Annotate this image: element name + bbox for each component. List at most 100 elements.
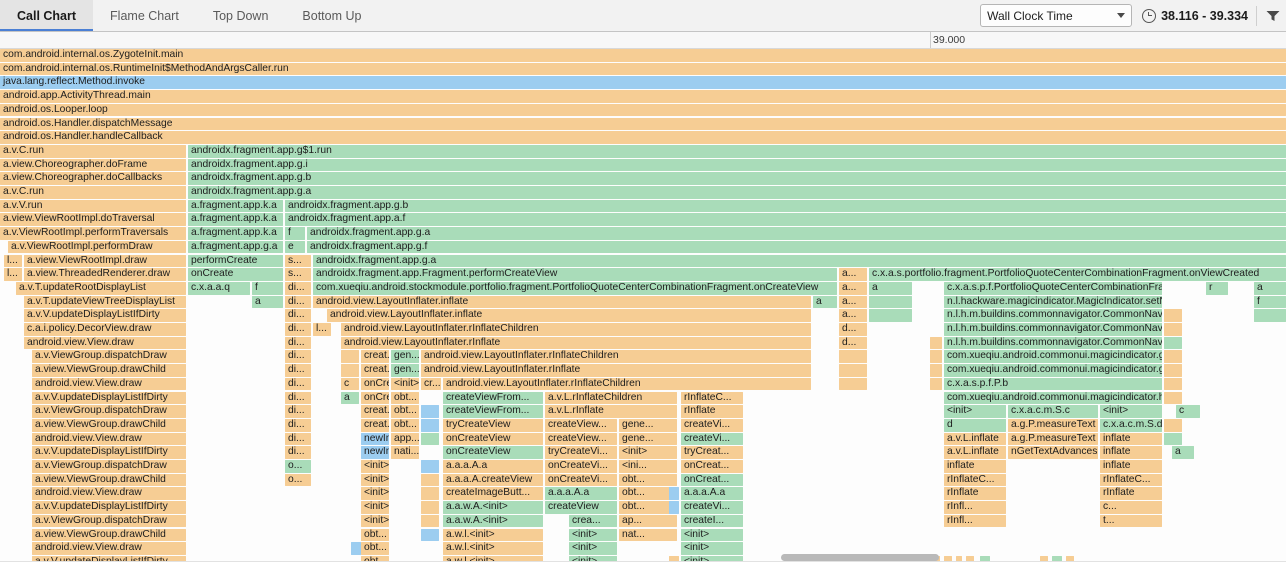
call-chart-node[interactable]: androidx.fragment.app.g.a [307, 227, 1286, 240]
call-chart-node[interactable]: c [1176, 405, 1200, 418]
call-chart-node[interactable]: a.v.C.run [0, 144, 186, 158]
call-chart-node[interactable]: di... [285, 336, 311, 350]
call-chart-node[interactable]: nat... [619, 528, 677, 542]
call-chart-node[interactable]: a.v.V.updateDisplayListIfDirty [32, 446, 186, 459]
call-chart-node[interactable]: di... [285, 281, 311, 295]
call-chart-node[interactable]: android.view.View.draw [32, 542, 186, 555]
call-chart-node[interactable]: di... [285, 391, 311, 405]
call-chart-node[interactable] [1254, 309, 1286, 322]
call-chart-node[interactable]: androidx.fragment.app.g.i [188, 158, 1286, 172]
call-chart-node[interactable]: android.view.LayoutInflater.rInflateChil… [341, 323, 811, 336]
call-chart-node[interactable]: nGetTextAdvances [1008, 446, 1098, 459]
call-chart-node[interactable] [930, 377, 942, 391]
call-chart-node[interactable] [1164, 309, 1182, 322]
call-chart-node[interactable]: java.lang.reflect.Method.invoke [0, 76, 1286, 90]
call-chart-node[interactable]: rInflate [1100, 487, 1162, 501]
call-chart-node[interactable]: app... [391, 432, 419, 446]
call-chart-node[interactable]: a.view.ViewGroup.drawChild [32, 364, 186, 377]
call-chart-node[interactable]: a.g.P.measureText [1008, 418, 1098, 432]
call-chart-node[interactable]: obt... [361, 542, 389, 555]
call-chart-node[interactable]: android.view.LayoutInflater.rInflateChil… [443, 377, 811, 391]
call-chart-node[interactable] [839, 364, 867, 377]
call-chart-node[interactable]: <init> [944, 405, 1006, 418]
call-chart-node[interactable]: androidx.fragment.app.g.a [188, 186, 1286, 199]
call-chart-node[interactable]: a.v.ViewRootImpl.performDraw [8, 240, 186, 254]
call-chart-node[interactable]: gen... [391, 364, 419, 377]
call-chart-node[interactable] [421, 405, 439, 418]
call-chart-node[interactable]: a.v.V.updateDisplayListIfDirty [32, 501, 186, 514]
call-chart-canvas[interactable]: a.v.V.updateDisplayListIfDirty obt... a.w.… [0, 49, 1286, 562]
call-chart-node[interactable] [1164, 391, 1182, 405]
call-chart-node[interactable]: c.x.a.s.portfolio.fragment.PortfolioQuot… [869, 268, 1286, 281]
call-chart-node[interactable]: f [252, 281, 283, 295]
call-chart-node[interactable]: onCre... [361, 377, 389, 391]
call-chart-node[interactable]: com.xueqiu.android.commonui.magicindicat… [944, 350, 1162, 364]
call-chart-node[interactable]: onCreateView [443, 446, 543, 459]
call-chart-node[interactable]: a.w.l.<init> [443, 528, 543, 542]
call-chart-node[interactable]: createI... [681, 514, 743, 528]
call-chart-node[interactable]: a... [839, 309, 867, 322]
call-chart-node[interactable]: c... [1100, 501, 1162, 514]
call-chart-node[interactable]: a.v.ViewGroup.dispatchDraw [32, 350, 186, 364]
call-chart-node[interactable] [869, 295, 912, 309]
call-chart-node[interactable]: <init> [361, 460, 389, 473]
call-chart-node[interactable]: obt... [619, 473, 677, 487]
call-chart-node[interactable]: di... [285, 405, 311, 418]
call-chart-node[interactable]: android.os.Handler.handleCallback [0, 131, 1286, 144]
call-chart-node[interactable]: s... [285, 254, 311, 268]
call-chart-node[interactable] [930, 350, 942, 364]
call-chart-node[interactable]: obt... [391, 418, 419, 432]
call-chart-node[interactable]: android.view.View.draw [24, 336, 186, 350]
horizontal-scrollbar[interactable] [781, 554, 939, 561]
call-chart-node[interactable]: a.view.ViewRootImpl.doTraversal [0, 213, 186, 227]
clock-type-select[interactable]: Wall Clock Time [980, 4, 1133, 27]
call-chart-node[interactable] [421, 460, 439, 473]
call-chart-node[interactable]: rInflateC... [681, 391, 743, 405]
call-chart-node[interactable]: a.view.Choreographer.doCallbacks [0, 172, 186, 185]
call-chart-node[interactable]: a [869, 281, 912, 295]
call-chart-node[interactable]: <init> [361, 487, 389, 501]
call-chart-node[interactable]: createViewFrom... [443, 405, 543, 418]
call-chart-node[interactable]: crea... [569, 514, 617, 528]
call-chart-node[interactable]: creat... [361, 364, 389, 377]
call-chart-node[interactable]: nati... [391, 446, 419, 459]
call-chart-node[interactable]: com.android.internal.os.ZygoteInit.main [0, 49, 1286, 62]
call-chart-node[interactable]: a.a.w.A.<init> [443, 501, 543, 514]
call-chart-node[interactable]: a.v.L.inflate [944, 432, 1006, 446]
call-chart-node[interactable]: a.a.a.A.a [681, 487, 743, 501]
call-chart-node[interactable]: com.xueqiu.android.stockmodule.portfolio… [313, 281, 837, 295]
call-chart-node[interactable] [1164, 350, 1182, 364]
call-chart-node[interactable]: onCreate [188, 268, 283, 281]
call-chart-node[interactable]: onCreateView [443, 432, 543, 446]
call-chart-node[interactable] [421, 473, 439, 487]
call-chart-node[interactable]: a.v.V.updateDisplayListIfDirty [24, 309, 186, 322]
call-chart-node[interactable]: a [1254, 281, 1286, 295]
call-chart-node[interactable]: androidx.fragment.app.a.f [285, 213, 1286, 227]
call-chart-node[interactable]: creat... [361, 350, 389, 364]
call-chart-node[interactable]: obt... [361, 528, 389, 542]
call-chart-node[interactable] [930, 364, 942, 377]
call-chart-node[interactable]: android.view.LayoutInflater.rInflate [341, 336, 811, 350]
call-chart-node[interactable]: inflate [1100, 446, 1162, 459]
call-chart-node[interactable]: a.view.ViewGroup.drawChild [32, 528, 186, 542]
call-chart-node[interactable]: creat... [361, 405, 389, 418]
call-chart-node[interactable]: l... [313, 323, 331, 336]
call-chart-node[interactable]: o... [285, 473, 311, 487]
call-chart-node[interactable]: androidx.fragment.app.g.a [313, 254, 1286, 268]
call-chart-node[interactable]: android.view.LayoutInflater.rInflate [421, 364, 811, 377]
call-chart-node[interactable]: n.l.h.m.buildins.commonnavigator.CommonN… [944, 336, 1162, 350]
call-chart-node[interactable] [839, 377, 867, 391]
call-chart-node[interactable]: di... [285, 323, 311, 336]
call-chart-node[interactable]: inflate [1100, 432, 1162, 446]
call-chart-node[interactable]: createViewFrom... [443, 391, 543, 405]
call-chart-node[interactable]: obt... [391, 405, 419, 418]
call-chart-node[interactable]: <ini... [619, 460, 677, 473]
call-chart-node[interactable] [669, 487, 679, 501]
call-chart-node[interactable]: di... [285, 295, 311, 309]
call-chart-node[interactable]: com.xueqiu.android.commonui.magicindicat… [944, 391, 1162, 405]
call-chart-node[interactable] [839, 350, 867, 364]
call-chart-node[interactable]: onCre... [361, 391, 389, 405]
call-chart-node[interactable]: di... [285, 350, 311, 364]
call-chart-node[interactable]: d... [839, 336, 867, 350]
call-chart-node[interactable] [351, 542, 361, 555]
